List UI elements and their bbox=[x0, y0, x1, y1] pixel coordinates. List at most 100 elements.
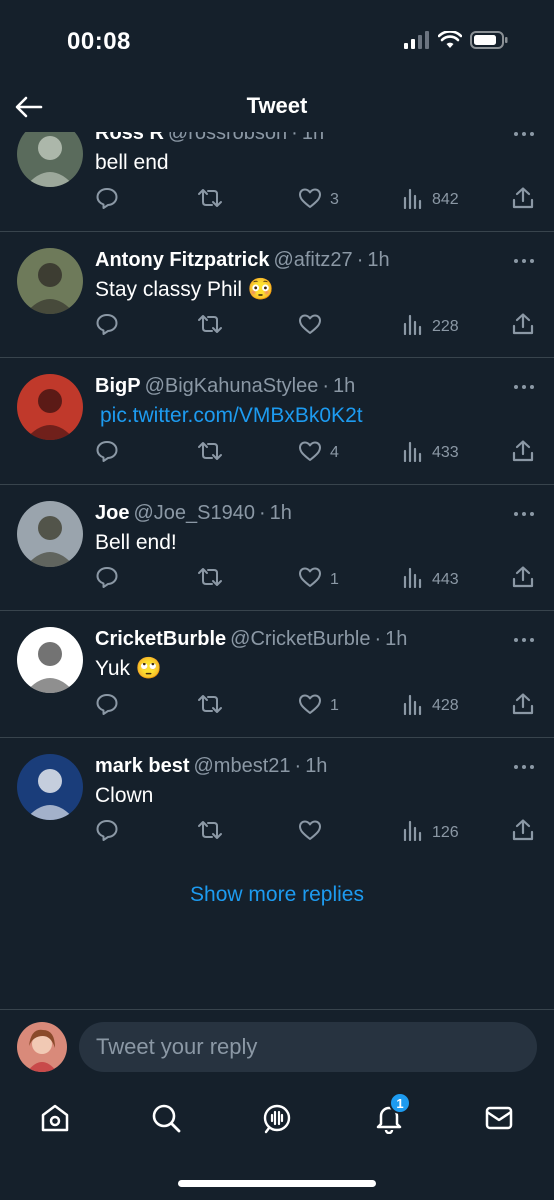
user-avatar[interactable] bbox=[17, 1022, 67, 1072]
heart-icon bbox=[298, 818, 322, 847]
author-handle[interactable]: @mbest21 bbox=[194, 755, 291, 777]
reply-text: Yuk 🙄 bbox=[95, 656, 162, 682]
more-options-icon[interactable] bbox=[512, 633, 536, 645]
reply-icon bbox=[95, 186, 119, 215]
more-options-icon[interactable] bbox=[512, 507, 536, 519]
views-button[interactable]: 842 bbox=[402, 187, 459, 213]
view-count: 228 bbox=[432, 317, 459, 335]
tab-home[interactable] bbox=[35, 1098, 75, 1138]
reply-tweet[interactable]: mark best @mbest21 · 1h Clown 126 bbox=[0, 738, 554, 865]
retweet-icon bbox=[195, 186, 225, 215]
views-button[interactable]: 126 bbox=[402, 820, 459, 846]
author-avatar[interactable] bbox=[17, 374, 83, 440]
retweet-icon bbox=[195, 565, 225, 594]
reply-button[interactable] bbox=[95, 820, 119, 846]
wifi-icon bbox=[437, 30, 463, 54]
views-button[interactable]: 428 bbox=[402, 693, 459, 719]
author-avatar[interactable] bbox=[17, 500, 83, 567]
home-indicator bbox=[178, 1180, 376, 1187]
reply-text: Clown bbox=[95, 783, 153, 809]
reply-tweet[interactable]: BigP @BigKahunaStylee · 1h pic.twitter.com/… bbox=[0, 358, 554, 485]
tab-messages[interactable] bbox=[479, 1098, 519, 1138]
status-icons bbox=[404, 30, 508, 55]
retweet-button[interactable] bbox=[195, 187, 225, 213]
retweet-button[interactable] bbox=[195, 440, 225, 466]
share-button[interactable] bbox=[511, 186, 535, 213]
view-count: 428 bbox=[432, 697, 459, 714]
reply-text: Bell end! bbox=[95, 530, 177, 556]
reply-icon bbox=[95, 818, 119, 847]
share-button[interactable] bbox=[511, 313, 535, 340]
retweet-button[interactable] bbox=[195, 693, 225, 719]
tab-notifications[interactable]: 1 bbox=[369, 1092, 411, 1138]
reply-button[interactable] bbox=[95, 187, 119, 213]
author-avatar[interactable] bbox=[17, 627, 83, 693]
views-button[interactable]: 443 bbox=[402, 567, 459, 593]
reply-link[interactable]: pic.twitter.com/VMBxBk0K2t bbox=[95, 404, 363, 427]
reply-button[interactable] bbox=[95, 440, 119, 466]
like-button[interactable]: 1 bbox=[298, 693, 339, 719]
reply-tweet[interactable]: Antony Fitzpatrick @afitz27 · 1h Stay class… bbox=[0, 232, 554, 358]
reply-tweet[interactable]: CricketBurble @CricketBurble · 1h Yuk 🙄 1 4… bbox=[0, 611, 554, 738]
author-name[interactable]: BigP bbox=[95, 375, 141, 397]
tab-spaces[interactable] bbox=[257, 1098, 297, 1138]
author-handle[interactable]: @Joe_S1940 bbox=[133, 502, 255, 524]
reply-button[interactable] bbox=[95, 693, 119, 719]
home-icon bbox=[41, 1104, 69, 1132]
reply-icon bbox=[95, 692, 119, 721]
like-button[interactable]: 4 bbox=[298, 440, 339, 466]
reply-body: Stay classy Phil 😳 bbox=[95, 277, 275, 301]
share-icon bbox=[511, 692, 535, 721]
analytics-icon bbox=[402, 819, 424, 846]
tab-bar: 1 bbox=[0, 1090, 554, 1146]
more-options-icon[interactable] bbox=[512, 254, 536, 266]
author-name[interactable]: CricketBurble bbox=[95, 628, 226, 650]
reply-time: 1h bbox=[385, 628, 408, 650]
reply-input[interactable] bbox=[79, 1022, 537, 1072]
heart-icon bbox=[298, 312, 322, 341]
share-button[interactable] bbox=[511, 819, 535, 846]
author-avatar[interactable] bbox=[17, 753, 83, 820]
separator-dot: · bbox=[294, 754, 302, 777]
like-button[interactable] bbox=[298, 820, 330, 846]
tab-search[interactable] bbox=[146, 1098, 186, 1138]
more-options-icon[interactable] bbox=[512, 380, 536, 392]
share-icon bbox=[511, 565, 535, 594]
action-bar: 1 428 bbox=[95, 692, 540, 721]
share-button[interactable] bbox=[511, 565, 535, 594]
author-handle[interactable]: @CricketBurble bbox=[230, 628, 370, 650]
retweet-button[interactable] bbox=[195, 314, 225, 340]
share-button[interactable] bbox=[511, 439, 535, 466]
retweet-icon bbox=[195, 692, 225, 721]
like-button[interactable] bbox=[298, 314, 330, 340]
messages-icon bbox=[485, 1106, 513, 1130]
retweet-button[interactable] bbox=[195, 820, 225, 846]
view-count: 433 bbox=[432, 444, 459, 461]
reply-tweet[interactable]: Joe @Joe_S1940 · 1h Bell end! 1 443 bbox=[0, 485, 554, 611]
notification-badge: 1 bbox=[389, 1092, 411, 1114]
author-handle[interactable]: @BigKahunaStylee bbox=[145, 375, 319, 397]
views-button[interactable]: 433 bbox=[402, 440, 459, 466]
reply-body: Bell end! bbox=[95, 530, 177, 554]
show-more-replies-link[interactable]: Show more replies bbox=[0, 880, 554, 910]
reply-time: 1h bbox=[269, 501, 292, 524]
retweet-button[interactable] bbox=[195, 567, 225, 593]
views-button[interactable]: 228 bbox=[402, 314, 459, 340]
reply-button[interactable] bbox=[95, 567, 119, 593]
view-count: 842 bbox=[432, 191, 459, 208]
share-button[interactable] bbox=[511, 692, 535, 721]
spaces-icon bbox=[263, 1104, 291, 1134]
like-button[interactable]: 1 bbox=[298, 567, 339, 593]
author-handle[interactable]: @afitz27 bbox=[273, 249, 352, 271]
analytics-icon bbox=[402, 440, 424, 467]
more-options-icon[interactable] bbox=[512, 760, 536, 772]
heart-icon bbox=[298, 439, 322, 468]
author-avatar[interactable] bbox=[17, 247, 83, 314]
reply-header: Joe @Joe_S1940 · 1h bbox=[95, 501, 494, 525]
author-name[interactable]: Joe bbox=[95, 502, 129, 524]
author-name[interactable]: Antony Fitzpatrick bbox=[95, 249, 269, 271]
reply-button[interactable] bbox=[95, 314, 119, 340]
status-time: 00:08 bbox=[67, 28, 131, 55]
like-button[interactable]: 3 bbox=[298, 187, 339, 213]
author-name[interactable]: mark best bbox=[95, 755, 190, 777]
